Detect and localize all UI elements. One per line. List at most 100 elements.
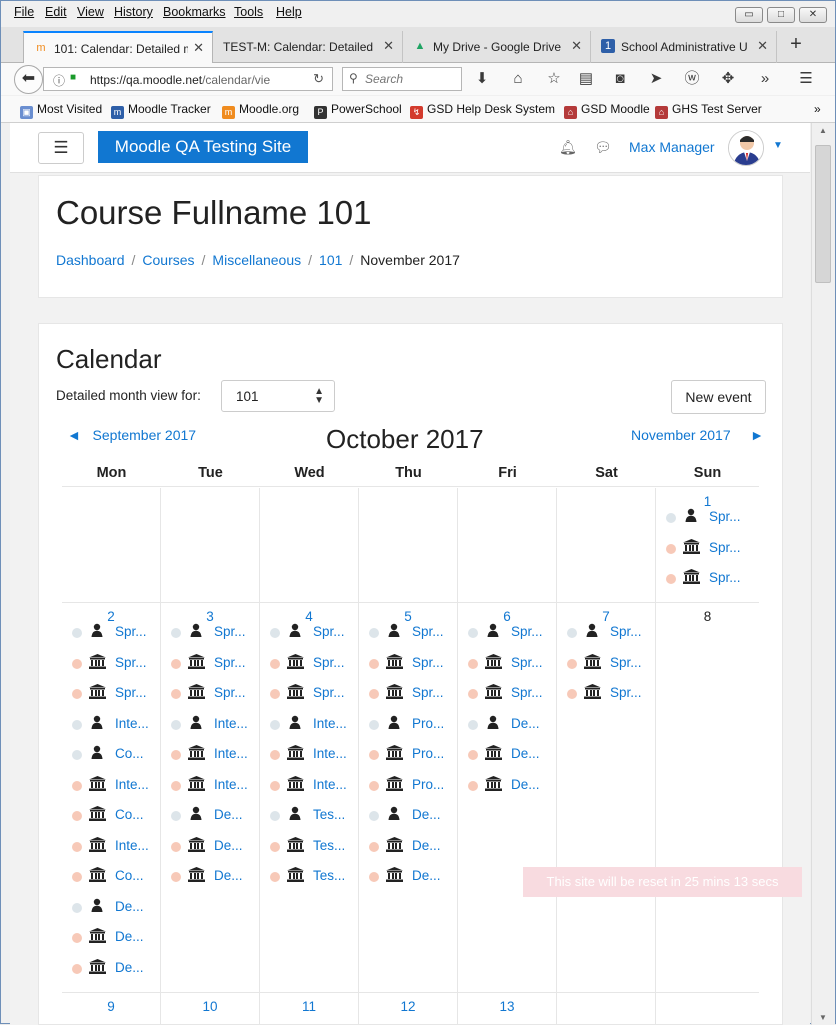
breadcrumb-link[interactable]: Dashboard bbox=[56, 252, 125, 268]
scrollbar[interactable]: ▲ ▼ bbox=[811, 123, 835, 1025]
search-box[interactable]: ⚲ bbox=[342, 67, 462, 91]
bookmark-label: Most Visited bbox=[37, 102, 103, 116]
next-month-link[interactable]: November 2017 ► bbox=[631, 427, 764, 443]
close-tab-icon[interactable]: ✕ bbox=[757, 38, 768, 54]
close-tab-icon[interactable]: ✕ bbox=[383, 38, 394, 54]
menu-tools[interactable]: Tools bbox=[234, 5, 263, 19]
overflow-icon[interactable]: » bbox=[755, 69, 775, 89]
send-icon[interactable]: ➤ bbox=[646, 69, 666, 89]
new-event-button[interactable]: New event bbox=[671, 380, 766, 414]
site-event-icon bbox=[484, 684, 502, 702]
day-number[interactable]: 6 bbox=[458, 609, 556, 624]
site-event-dot bbox=[468, 689, 478, 699]
site-name-button[interactable]: Moodle QA Testing Site bbox=[98, 131, 308, 163]
new-tab-button[interactable]: + bbox=[784, 31, 808, 57]
menu-history[interactable]: History bbox=[114, 5, 153, 19]
messages-icon[interactable]: 💬︎ bbox=[594, 139, 612, 156]
site-event-icon bbox=[286, 775, 304, 794]
event-label: Spr... bbox=[313, 654, 345, 670]
previous-month-link[interactable]: ◄ September 2017 bbox=[67, 427, 196, 443]
day-number[interactable]: 9 bbox=[62, 999, 160, 1014]
course-select[interactable]: 101 ▲ ▼ bbox=[221, 380, 335, 412]
event-label: Inte... bbox=[313, 746, 347, 761]
user-name-link[interactable]: Max Manager bbox=[629, 139, 715, 155]
bookmark-1[interactable]: ▣ Most Visited bbox=[20, 102, 102, 119]
user-icon bbox=[484, 715, 502, 733]
download-icon[interactable]: ⬇ bbox=[472, 69, 492, 89]
drawer-toggle-button[interactable]: ☰ bbox=[38, 132, 84, 164]
event-label: De... bbox=[115, 929, 144, 944]
hamburger-menu-icon[interactable]: ☰ bbox=[796, 69, 816, 89]
close-window-button[interactable]: ✕ bbox=[799, 7, 827, 23]
user-icon bbox=[187, 623, 205, 641]
url-bar[interactable]: ⓘ ■ https://qa.moodle.net/calendar/vie ↻ bbox=[43, 67, 333, 91]
bookmark-2[interactable]: m Moodle Tracker bbox=[111, 102, 211, 119]
site-event-dot bbox=[369, 658, 379, 669]
day-number[interactable]: 10 bbox=[161, 999, 259, 1014]
scroll-down-icon[interactable]: ▼ bbox=[819, 1013, 827, 1022]
breadcrumb-link[interactable]: Miscellaneous bbox=[212, 252, 301, 268]
user-menu-caret-icon[interactable]: ▼ bbox=[773, 140, 783, 151]
notification-bell-icon[interactable]: 🔔︎ bbox=[559, 139, 577, 156]
bookmark-5[interactable]: ↯ GSD Help Desk System bbox=[410, 102, 555, 119]
scrollbar-thumb[interactable] bbox=[815, 145, 831, 283]
bookmark-star-icon[interactable]: ☆ bbox=[544, 69, 564, 89]
day-number[interactable]: 12 bbox=[359, 999, 457, 1014]
google-drive-icon: ▲ bbox=[414, 40, 426, 52]
day-number[interactable]: 1 bbox=[656, 494, 759, 509]
tab-2[interactable]: TEST-M: Calendar: Detailed m ✕ bbox=[213, 31, 403, 63]
site-event-icon bbox=[385, 867, 403, 885]
bookmarks-overflow-icon[interactable]: » bbox=[814, 102, 821, 116]
user-icon bbox=[583, 623, 601, 641]
event-label: Inte... bbox=[313, 776, 347, 792]
menu-edit[interactable]: Edit bbox=[45, 5, 67, 19]
home-icon[interactable]: ⌂ bbox=[508, 69, 528, 89]
day-cell: 11 bbox=[260, 993, 359, 1025]
menu-help[interactable]: Help bbox=[276, 5, 302, 19]
day-number[interactable]: 13 bbox=[458, 999, 556, 1014]
breadcrumb-link[interactable]: Courses bbox=[142, 252, 194, 268]
breadcrumb-link[interactable]: 101 bbox=[319, 252, 342, 268]
bookmark-7[interactable]: ⌂ GHS Test Server bbox=[655, 102, 762, 119]
tab-1[interactable]: m 101: Calendar: Detailed m ✕ bbox=[23, 31, 213, 64]
bookmark-3[interactable]: m Moodle.org bbox=[222, 102, 299, 119]
avatar[interactable] bbox=[728, 130, 764, 166]
event-label: Spr... bbox=[709, 509, 741, 524]
close-tab-icon[interactable]: ✕ bbox=[193, 40, 204, 56]
reload-icon[interactable]: ↻ bbox=[313, 71, 324, 87]
day-number[interactable]: 7 bbox=[557, 609, 655, 624]
site-event-icon bbox=[286, 867, 304, 885]
bookmark-4[interactable]: P PowerSchool bbox=[314, 102, 402, 119]
site-event-icon bbox=[187, 653, 205, 672]
extension-w-icon[interactable]: ⓦ bbox=[682, 69, 702, 89]
info-icon[interactable]: ⓘ bbox=[53, 72, 65, 89]
tab-4[interactable]: 1 School Administrative U ✕ bbox=[591, 31, 777, 63]
menu-view[interactable]: View bbox=[77, 5, 104, 19]
day-number[interactable]: 3 bbox=[161, 609, 259, 624]
breadcrumb-separator: / bbox=[201, 252, 206, 268]
back-button[interactable]: ⬅ bbox=[14, 65, 43, 94]
event-label: Spr... bbox=[214, 654, 246, 670]
tab-3[interactable]: ▲ My Drive - Google Drive ✕ bbox=[403, 31, 591, 63]
extension-puzzle-icon[interactable]: ✥ bbox=[718, 69, 738, 89]
user-icon bbox=[385, 806, 403, 824]
day-number[interactable]: 4 bbox=[260, 609, 358, 624]
maximize-button[interactable]: □ bbox=[767, 7, 795, 23]
pocket-icon[interactable]: ◙ bbox=[610, 69, 630, 89]
event-label: Co... bbox=[115, 807, 144, 822]
menu-file[interactable]: File bbox=[14, 5, 34, 19]
day-number[interactable]: 5 bbox=[359, 609, 457, 624]
bookmark-6[interactable]: ⌂ GSD Moodle bbox=[564, 102, 650, 119]
menu-bookmarks[interactable]: Bookmarks bbox=[163, 5, 226, 19]
site-event-icon bbox=[88, 928, 106, 946]
minimize-button[interactable]: ▭ bbox=[735, 7, 763, 23]
search-input[interactable] bbox=[365, 71, 459, 87]
site-event-dot bbox=[270, 689, 280, 699]
day-number[interactable]: 11 bbox=[260, 999, 358, 1014]
close-tab-icon[interactable]: ✕ bbox=[571, 38, 582, 54]
day-number[interactable]: 2 bbox=[62, 609, 160, 624]
scroll-up-icon[interactable]: ▲ bbox=[819, 126, 827, 135]
user-event-dot bbox=[270, 719, 280, 730]
user-icon bbox=[385, 715, 403, 733]
reading-list-icon[interactable]: ▤ bbox=[576, 69, 596, 89]
